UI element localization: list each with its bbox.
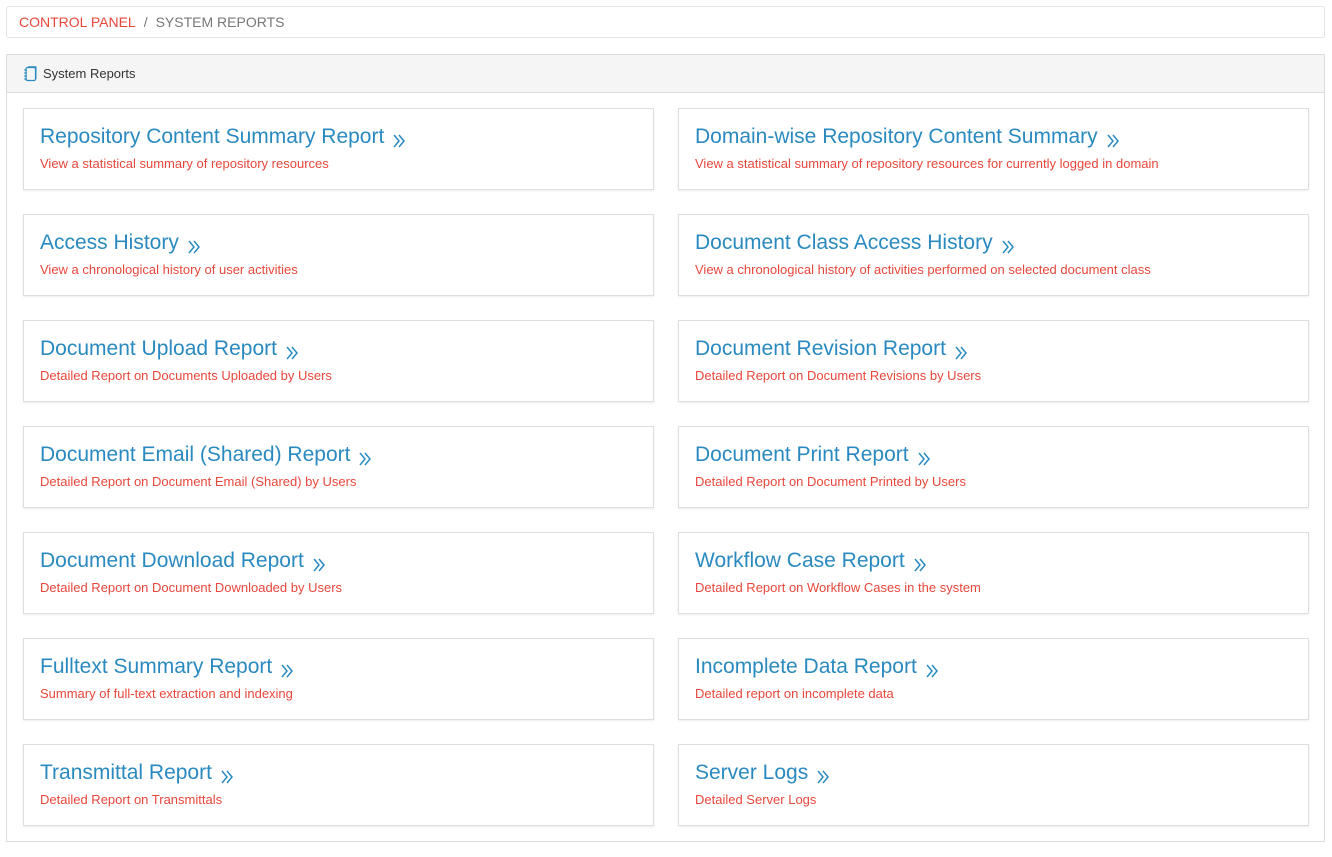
double-chevron-right-icon <box>358 447 372 466</box>
report-title: Document Revision Report <box>695 337 946 360</box>
breadcrumb-control-panel-link[interactable]: CONTROL PANEL <box>19 14 136 30</box>
report-card-repository-content-summary-report[interactable]: Repository Content Summary Report View a… <box>23 108 654 190</box>
report-title: Access History <box>40 231 179 254</box>
report-card-document-revision-report[interactable]: Document Revision Report Detailed Report… <box>678 320 1309 402</box>
double-chevron-right-icon <box>392 129 406 148</box>
report-title-link[interactable]: Transmittal Report <box>40 759 637 787</box>
report-title-link[interactable]: Workflow Case Report <box>695 547 1292 575</box>
report-card-document-download-report[interactable]: Document Download Report Detailed Report… <box>23 532 654 614</box>
report-description: View a chronological history of activiti… <box>695 262 1151 277</box>
double-chevron-right-icon <box>816 765 830 784</box>
report-card-access-history[interactable]: Access History View a chronological hist… <box>23 214 654 296</box>
double-chevron-right-icon <box>285 341 299 360</box>
report-card-workflow-case-report[interactable]: Workflow Case Report Detailed Report on … <box>678 532 1309 614</box>
report-card-fulltext-summary-report[interactable]: Fulltext Summary Report Summary of full-… <box>23 638 654 720</box>
report-description: Detailed Report on Document Revisions by… <box>695 368 982 383</box>
double-chevron-right-icon <box>280 659 294 678</box>
report-description: View a chronological history of user act… <box>40 262 298 277</box>
reports-grid: Repository Content Summary Report View a… <box>23 108 1309 826</box>
double-chevron-right-icon <box>917 447 931 466</box>
report-card-incomplete-data-report[interactable]: Incomplete Data Report Detailed report o… <box>678 638 1309 720</box>
double-chevron-right-icon <box>954 341 968 360</box>
report-title-link[interactable]: Domain-wise Repository Content Summary <box>695 123 1292 151</box>
double-chevron-right-icon <box>913 553 927 572</box>
panel-title: System Reports <box>43 66 136 81</box>
report-title-link[interactable]: Fulltext Summary Report <box>40 653 637 681</box>
report-title: Document Print Report <box>695 443 909 466</box>
notebook-icon <box>23 65 37 82</box>
panel-heading: System Reports <box>7 55 1324 93</box>
report-title-link[interactable]: Document Revision Report <box>695 335 1292 363</box>
report-title-link[interactable]: Document Print Report <box>695 441 1292 469</box>
report-title: Server Logs <box>695 761 809 784</box>
report-title: Repository Content Summary Report <box>40 125 385 148</box>
report-title-link[interactable]: Server Logs <box>695 759 1292 787</box>
report-title: Document Email (Shared) Report <box>40 443 351 466</box>
report-card-transmittal-report[interactable]: Transmittal Report Detailed Report on Tr… <box>23 744 654 826</box>
report-title-link[interactable]: Document Download Report <box>40 547 637 575</box>
double-chevron-right-icon <box>187 235 201 254</box>
report-description: Summary of full-text extraction and inde… <box>40 686 293 701</box>
breadcrumb-separator: / <box>143 14 148 30</box>
report-description: Detailed Report on Transmittals <box>40 792 223 807</box>
report-title-link[interactable]: Document Email (Shared) Report <box>40 441 637 469</box>
report-description: Detailed Report on Document Printed by U… <box>695 474 966 489</box>
report-description: Detailed Report on Document Email (Share… <box>40 474 357 489</box>
report-card-document-email-shared-report[interactable]: Document Email (Shared) Report Detailed … <box>23 426 654 508</box>
double-chevron-right-icon <box>925 659 939 678</box>
breadcrumb: CONTROL PANEL / SYSTEM REPORTS <box>6 6 1325 38</box>
report-description: Detailed Report on Workflow Cases in the… <box>695 580 981 595</box>
report-card-document-print-report[interactable]: Document Print Report Detailed Report on… <box>678 426 1309 508</box>
report-card-domain-wise-repository-content-summary[interactable]: Domain-wise Repository Content Summary V… <box>678 108 1309 190</box>
double-chevron-right-icon <box>312 553 326 572</box>
report-card-document-upload-report[interactable]: Document Upload Report Detailed Report o… <box>23 320 654 402</box>
report-description: Detailed Report on Document Downloaded b… <box>40 580 343 595</box>
report-title: Domain-wise Repository Content Summary <box>695 125 1098 148</box>
report-title: Workflow Case Report <box>695 549 905 572</box>
report-title: Transmittal Report <box>40 761 212 784</box>
system-reports-panel: System Reports Repository Content Summar… <box>6 54 1325 842</box>
report-title-link[interactable]: Repository Content Summary Report <box>40 123 637 151</box>
report-title: Fulltext Summary Report <box>40 655 273 678</box>
report-title: Document Upload Report <box>40 337 277 360</box>
report-title-link[interactable]: Document Class Access History <box>695 229 1292 257</box>
double-chevron-right-icon <box>1001 235 1015 254</box>
report-title-link[interactable]: Access History <box>40 229 637 257</box>
double-chevron-right-icon <box>1106 129 1120 148</box>
report-description: View a statistical summary of repository… <box>695 156 1159 171</box>
report-description: Detailed report on incomplete data <box>695 686 894 701</box>
report-title: Document Class Access History <box>695 231 993 254</box>
breadcrumb-current: SYSTEM REPORTS <box>155 14 285 30</box>
report-description: Detailed Report on Documents Uploaded by… <box>40 368 332 383</box>
report-title: Incomplete Data Report <box>695 655 917 678</box>
report-description: View a statistical summary of repository… <box>40 156 329 171</box>
report-description: Detailed Server Logs <box>695 792 817 807</box>
report-title-link[interactable]: Incomplete Data Report <box>695 653 1292 681</box>
report-title: Document Download Report <box>40 549 304 572</box>
report-card-server-logs[interactable]: Server Logs Detailed Server Logs <box>678 744 1309 826</box>
double-chevron-right-icon <box>220 765 234 784</box>
report-title-link[interactable]: Document Upload Report <box>40 335 637 363</box>
report-card-document-class-access-history[interactable]: Document Class Access History View a chr… <box>678 214 1309 296</box>
